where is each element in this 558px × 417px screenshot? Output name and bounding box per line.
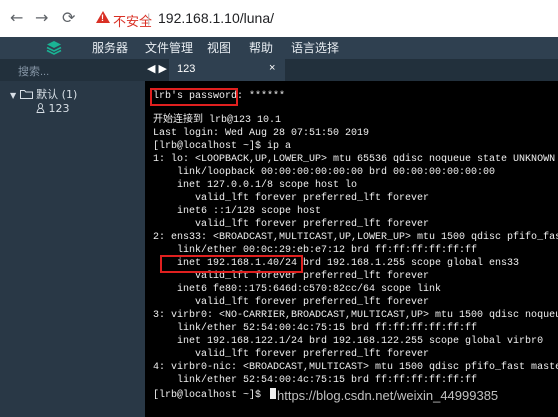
terminal-line: link/ether 52:54:00:4c:75:15 brd ff:ff:f… — [153, 375, 478, 386]
terminal-prompt: [lrb@localhost ~]$ — [153, 388, 277, 402]
terminal-line: inet6 fe80::175:646d:c570:82cc/64 scope … — [153, 284, 442, 295]
terminal-line: 1: lo: <LOOPBACK,UP,LOWER_UP> mtu 65536 … — [153, 154, 558, 165]
close-icon[interactable]: × — [269, 62, 275, 74]
browser-address-bar: ← → ⟳ 不安全 | 192.168.1.10/luna/ — [0, 0, 558, 38]
terminal-line: 开始连接到 lrb@123 10.1 — [153, 115, 282, 126]
terminal-line: inet 192.168.122.1/24 brd 192.168.122.25… — [153, 336, 544, 347]
search-input[interactable]: 搜索... — [18, 63, 49, 79]
url-input[interactable]: 192.168.1.10/luna/ — [158, 10, 274, 26]
ip-highlight-box — [160, 255, 303, 273]
terminal-line: link/ether 52:54:00:4c:75:15 brd ff:ff:f… — [153, 323, 478, 334]
tab-scroll-arrows-icon[interactable]: ◀ ▶ — [147, 62, 167, 75]
watermark: https://blog.csdn.net/weixin_44999385 — [277, 388, 499, 403]
terminal-line: valid_lft forever preferred_lft forever — [153, 349, 430, 360]
terminal-line: 2: ens33: <BROADCAST,MULTICAST,UP,LOWER_… — [153, 232, 558, 243]
warning-icon[interactable] — [96, 11, 110, 23]
terminal-line: Last login: Wed Aug 28 07:51:50 2019 — [153, 128, 370, 139]
terminal-line: [lrb@localhost ~]$ ip a — [153, 141, 292, 152]
app-menu-bar: 服务器 文件管理 视图 帮助 语言选择 — [0, 37, 558, 59]
folder-icon — [19, 90, 33, 99]
terminal-line: inet6 ::1/128 scope host — [153, 206, 322, 217]
terminal-line: inet 127.0.0.1/8 scope host lo — [153, 180, 358, 191]
tab-strip: ◀ ▶ 123 × — [145, 59, 558, 81]
linux-icon — [36, 103, 45, 113]
terminal-cursor — [270, 388, 277, 399]
tree-node-default[interactable]: ▼ 默认 (1) — [10, 86, 77, 102]
menu-item-file-manager[interactable]: 文件管理 — [145, 40, 193, 56]
search-box[interactable]: 搜索... — [0, 59, 145, 81]
terminal-line: valid_lft forever preferred_lft forever — [153, 219, 430, 230]
menu-item-view[interactable]: 视图 — [207, 40, 231, 56]
tab-label: 123 — [177, 63, 196, 75]
password-highlight-box — [150, 88, 238, 106]
tab-session-123[interactable]: 123 × — [169, 59, 285, 81]
menu-item-server[interactable]: 服务器 — [92, 40, 128, 56]
tree-node-host[interactable]: 123 — [36, 102, 70, 115]
url-separator: | — [147, 11, 151, 26]
terminal-line: link/loopback 00:00:00:00:00:00 brd 00:0… — [153, 167, 496, 178]
menu-item-help[interactable]: 帮助 — [249, 40, 273, 56]
tree-node-label: 默认 (1) — [36, 88, 78, 101]
menu-item-language[interactable]: 语言选择 — [291, 40, 339, 56]
terminal-line: 4: virbr0-nic: <BROADCAST,MULTICAST> mtu… — [153, 362, 558, 373]
tree-node-host-label: 123 — [48, 102, 70, 115]
jumpserver-logo-icon — [46, 41, 62, 55]
terminal-line: valid_lft forever preferred_lft forever — [153, 193, 430, 204]
reload-icon[interactable]: ⟳ — [62, 9, 75, 27]
sidebar: 搜索... ▼ 默认 (1) 123 — [0, 59, 145, 417]
terminal-line: valid_lft forever preferred_lft forever — [153, 297, 430, 308]
forward-icon[interactable]: → — [35, 9, 48, 27]
terminal-line: 3: virbr0: <NO-CARRIER,BROADCAST,MULTICA… — [153, 310, 558, 321]
caret-down-icon[interactable]: ▼ — [10, 91, 16, 100]
back-icon[interactable]: ← — [10, 9, 23, 27]
terminal[interactable]: lrb's password: ****** 开始连接到 lrb@123 10.… — [145, 81, 558, 417]
terminal-prompt-text: [lrb@localhost ~]$ — [153, 390, 268, 401]
